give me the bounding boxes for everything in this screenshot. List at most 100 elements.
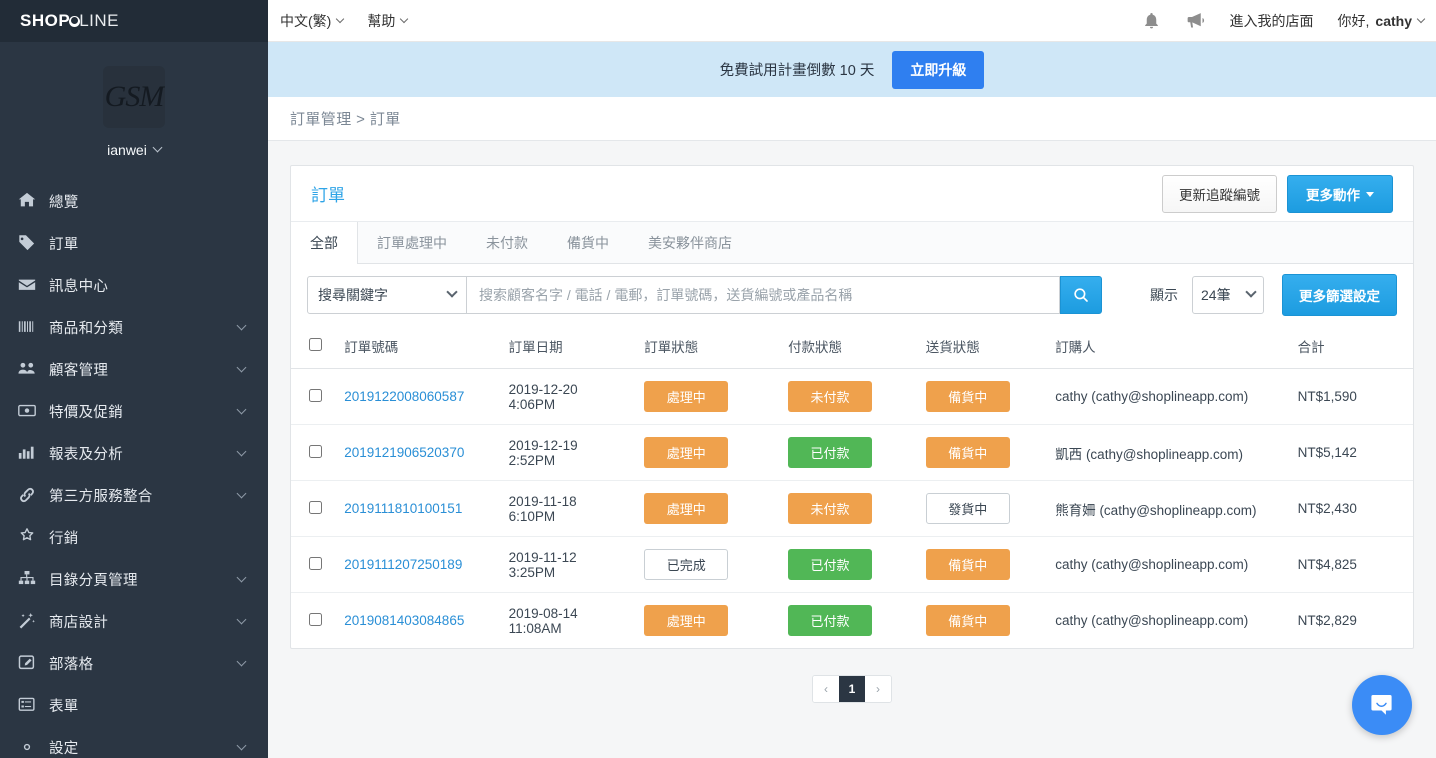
tab-2[interactable]: 未付款 (467, 222, 548, 263)
tab-1[interactable]: 訂單處理中 (358, 222, 467, 263)
pay-status-badge[interactable]: 已付款 (788, 549, 873, 580)
chat-bubble-icon (1371, 695, 1392, 715)
chevron-down-icon (400, 14, 409, 23)
row-select-cell (291, 424, 337, 481)
cell-order-no: 2019122008060587 (336, 368, 501, 425)
pay-status-badge[interactable]: 未付款 (788, 381, 873, 412)
table-row: 2019111810100151 2019-11-18 6:10PM 處理中 未付款 發貨… (291, 480, 1413, 537)
pay-status-badge[interactable]: 已付款 (788, 437, 873, 468)
sidebar-item-8[interactable]: 行銷 (0, 516, 268, 558)
store-name-label: ianwei (107, 142, 147, 158)
ship-status-badge[interactable]: 備貨中 (925, 549, 1010, 580)
row-checkbox[interactable] (309, 556, 322, 570)
brand-logo[interactable]: SHOP LINE (0, 0, 268, 42)
announcements-button[interactable] (1174, 0, 1218, 42)
cell-order-status: 處理中 (636, 368, 781, 425)
caret-down-icon (1366, 192, 1374, 197)
ship-status-badge[interactable]: 發貨中 (925, 493, 1010, 524)
cell-order-date: 2019-08-14 11:08AM (501, 593, 637, 649)
notifications-button[interactable] (1130, 0, 1174, 42)
cell-buyer: cathy (cathy@shoplineapp.com) (1047, 536, 1290, 593)
chat-launcher-button[interactable] (1352, 675, 1412, 735)
logo-text: SHOP LINE (20, 11, 119, 31)
cell-buyer: 熊育姍 (cathy@shoplineapp.com) (1047, 480, 1290, 537)
sidebar-item-9[interactable]: 目錄分頁管理 (0, 558, 268, 600)
home-icon (18, 192, 40, 210)
ship-status-badge[interactable]: 備貨中 (925, 605, 1010, 636)
tab-4[interactable]: 美安夥伴商店 (629, 222, 752, 263)
sidebar-item-label: 表單 (49, 698, 79, 715)
upgrade-now-button[interactable]: 立即升級 (892, 50, 985, 89)
pagination-next[interactable]: › (865, 676, 891, 702)
sidebar-item-4[interactable]: 顧客管理 (0, 348, 268, 390)
store-switcher[interactable]: ianwei (0, 142, 268, 158)
sidebar-item-3[interactable]: 商品和分類 (0, 306, 268, 348)
cell-buyer: cathy (cathy@shoplineapp.com) (1047, 368, 1290, 425)
top-navbar: 中文(繁) 幫助 進入我的店面 你好, cathy (268, 0, 1436, 42)
language-selector[interactable]: 中文(繁) (268, 0, 355, 42)
table-row: 2019122008060587 2019-12-20 4:06PM 處理中 未付款 備貨… (291, 368, 1413, 425)
sidebar-item-2[interactable]: 訊息中心 (0, 264, 268, 306)
more-actions-button[interactable]: 更多動作 (1287, 174, 1393, 213)
sidebar-item-6[interactable]: 報表及分析 (0, 432, 268, 474)
order-link[interactable]: 2019121906520370 (344, 445, 464, 460)
tab-label: 訂單處理中 (377, 234, 447, 251)
order-link[interactable]: 2019111207250189 (344, 557, 462, 572)
sidebar-item-label: 目錄分頁管理 (49, 572, 138, 589)
pencil-icon (18, 654, 40, 672)
sidebar-item-13[interactable]: 設定 (0, 726, 268, 758)
ship-status-badge[interactable]: 備貨中 (925, 437, 1010, 468)
tab-0[interactable]: 全部 (291, 222, 358, 264)
sidebar-item-11[interactable]: 部落格 (0, 642, 268, 684)
tab-3[interactable]: 備貨中 (548, 222, 629, 263)
update-tracking-button[interactable]: 更新追蹤編號 (1162, 174, 1277, 213)
cell-order-no: 2019121906520370 (336, 424, 501, 481)
sidebar-item-0[interactable]: 總覽 (0, 180, 268, 222)
chevron-down-icon (1245, 286, 1257, 298)
logo-bold: SHOP (20, 11, 71, 30)
header-ship-status: 送貨狀態 (917, 326, 1048, 369)
order-date: 2019-08-14 (508, 605, 578, 621)
sidebar-item-5[interactable]: 特價及促銷 (0, 390, 268, 432)
order-status-badge[interactable]: 處理中 (644, 493, 729, 524)
trial-banner: 免費試用計畫倒數 10 天 立即升級 (268, 42, 1436, 97)
sidebar-item-10[interactable]: 商店設計 (0, 600, 268, 642)
pagination-prev[interactable]: ‹ (813, 676, 839, 702)
order-status-badge[interactable]: 處理中 (644, 605, 729, 636)
page-size-select[interactable]: 24筆 (1192, 276, 1264, 314)
help-menu[interactable]: 幫助 (355, 0, 419, 42)
cell-ship-status: 備貨中 (917, 536, 1048, 593)
row-checkbox[interactable] (309, 612, 322, 626)
cell-order-date: 2019-12-20 4:06PM (500, 368, 637, 425)
pagination-page-1[interactable]: 1 (839, 676, 865, 702)
cell-total: NT$2,430 (1289, 480, 1413, 537)
order-status-badge[interactable]: 處理中 (644, 381, 729, 412)
order-status-badge[interactable]: 已完成 (644, 549, 729, 580)
search-type-select[interactable]: 搜尋關鍵字 (307, 276, 467, 314)
sidebar-item-1[interactable]: 訂單 (0, 222, 268, 264)
order-status-badge[interactable]: 處理中 (644, 437, 729, 468)
row-checkbox[interactable] (309, 388, 322, 402)
search-input[interactable] (467, 276, 1060, 314)
visit-store-link[interactable]: 進入我的店面 (1218, 0, 1326, 42)
select-all-checkbox[interactable] (309, 338, 322, 351)
user-menu[interactable]: 你好, cathy (1326, 0, 1436, 42)
chevron-down-icon (1416, 14, 1426, 23)
pay-status-badge[interactable]: 未付款 (788, 493, 873, 524)
search-button[interactable] (1060, 276, 1102, 314)
sidebar-item-7[interactable]: 第三方服務整合 (0, 474, 268, 516)
row-checkbox[interactable] (309, 444, 322, 458)
sidebar-item-12[interactable]: 表單 (0, 684, 268, 726)
more-filters-button[interactable]: 更多篩選設定 (1282, 274, 1397, 316)
sidebar-item-label: 商店設計 (49, 614, 109, 631)
pay-status-badge[interactable]: 已付款 (788, 605, 873, 636)
order-link[interactable]: 2019081403084865 (344, 613, 464, 628)
row-checkbox[interactable] (309, 500, 322, 514)
order-link[interactable]: 2019122008060587 (344, 389, 464, 404)
tab-label: 美安夥伴商店 (648, 234, 732, 251)
order-link[interactable]: 2019111810100151 (344, 501, 462, 516)
order-time: 11:08AM (508, 620, 562, 636)
ship-status-badge[interactable]: 備貨中 (925, 381, 1010, 412)
order-date: 2019-11-12 (508, 549, 577, 565)
cell-ship-status: 備貨中 (918, 593, 1047, 649)
